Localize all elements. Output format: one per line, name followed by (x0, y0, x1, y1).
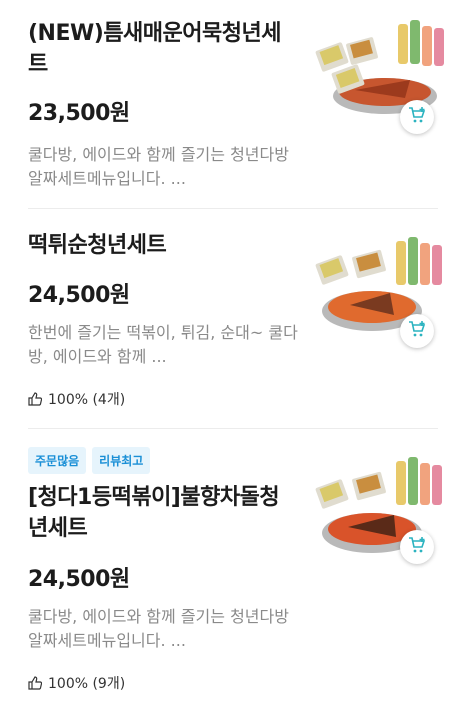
item-description: 한번에 즐기는 떡볶이, 튀김, 순대~ 쿨다방, 에이드와 함께 ... (28, 323, 298, 366)
item-description: 쿨다방, 에이드와 함께 즐기는 청년다방 알짜세트메뉴입니다. ... (28, 145, 289, 188)
cart-plus-icon (407, 319, 427, 343)
thumbs-up-icon (28, 676, 42, 690)
add-to-cart-button[interactable] (400, 530, 434, 564)
item-title: [청다1등떡볶이]불향차돌청년세트 (28, 485, 280, 541)
item-price: 23,500원 (28, 101, 130, 126)
divider (28, 208, 438, 209)
add-to-cart-button[interactable] (400, 100, 434, 134)
item-rating: 100% (9개) (28, 673, 125, 693)
cart-plus-icon (407, 535, 427, 559)
item-price: 24,500원 (28, 567, 130, 592)
badge-row: 주문많음 리뷰최고 (28, 447, 151, 474)
item-description: 쿨다방, 에이드와 함께 즐기는 청년다방 알짜세트메뉴입니다. ... (28, 607, 289, 650)
rating-text: 100% (9개) (48, 676, 126, 692)
item-price: 24,500원 (28, 283, 130, 308)
item-title: (NEW)틈새매운어묵청년세트 (28, 21, 281, 77)
rating-text: 100% (4개) (48, 392, 126, 408)
badge-best-review: 리뷰최고 (92, 447, 151, 474)
thumbs-up-icon (28, 392, 42, 406)
divider (28, 428, 438, 429)
badge-popular: 주문많음 (28, 447, 87, 474)
add-to-cart-button[interactable] (400, 314, 434, 348)
item-title: 떡튀순청년세트 (28, 233, 167, 258)
cart-plus-icon (407, 105, 427, 129)
item-rating: 100% (4개) (28, 389, 125, 409)
